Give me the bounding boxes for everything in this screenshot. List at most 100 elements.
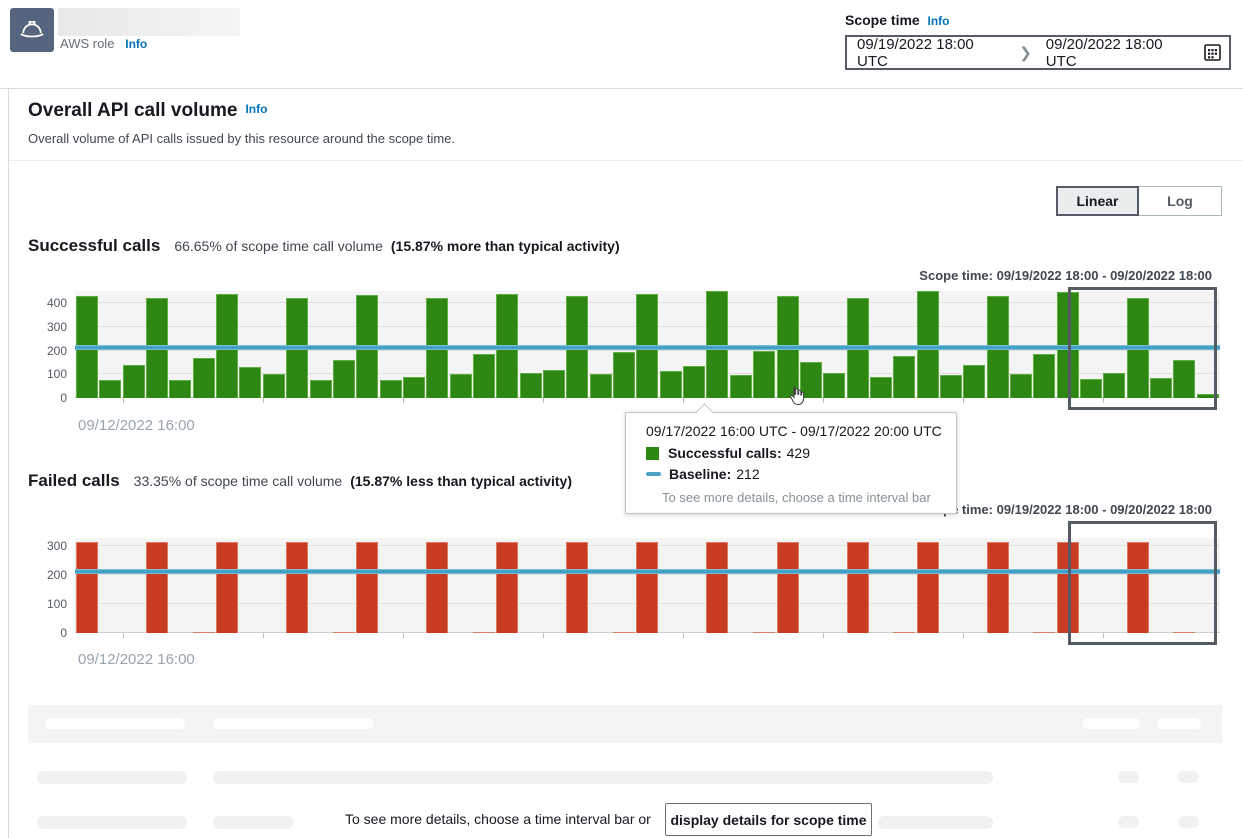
time-interval-bar[interactable] — [310, 380, 332, 398]
time-interval-bar[interactable] — [263, 374, 285, 398]
time-interval-bar[interactable] — [169, 380, 191, 398]
aws-role-label: AWS role Info — [60, 36, 147, 51]
display-details-button[interactable]: display details for scope time — [665, 803, 872, 836]
time-interval-bar[interactable] — [753, 351, 775, 399]
aws-role-info-link[interactable]: Info — [125, 37, 147, 51]
time-interval-bar[interactable] — [286, 542, 308, 633]
skeleton-pill — [1118, 771, 1139, 783]
y-tick-label: 0 — [37, 626, 67, 640]
time-interval-bar[interactable] — [870, 377, 892, 398]
y-tick-label: 200 — [37, 344, 67, 358]
time-interval-bar[interactable] — [76, 542, 98, 633]
time-interval-bar[interactable] — [847, 542, 869, 633]
x-axis-start-label: 09/12/2022 16:00 — [78, 417, 195, 434]
aws-role-icon — [10, 8, 54, 52]
time-interval-bar[interactable] — [216, 542, 238, 633]
time-interval-bar[interactable] — [893, 356, 915, 398]
time-interval-bar[interactable] — [660, 371, 682, 398]
skeleton-pill — [878, 816, 993, 829]
time-interval-bar[interactable] — [1033, 632, 1055, 633]
time-interval-bar[interactable] — [356, 542, 378, 633]
time-interval-bar[interactable] — [473, 354, 495, 398]
skeleton-pill — [213, 816, 293, 829]
time-interval-bar[interactable] — [963, 365, 985, 398]
page: AWS role Info Scope time Info 09/19/2022… — [0, 0, 1243, 838]
time-interval-bar[interactable] — [193, 358, 215, 398]
hard-hat-icon — [17, 15, 47, 45]
skeleton-table-header — [28, 705, 1222, 743]
mouse-cursor-icon — [786, 385, 806, 412]
y-tick-label: 400 — [37, 296, 67, 310]
x-tick — [403, 633, 404, 638]
time-interval-bar[interactable] — [777, 542, 799, 633]
baseline-swatch-icon — [646, 472, 661, 476]
time-interval-bar[interactable] — [496, 542, 518, 633]
time-interval-bar[interactable] — [193, 632, 215, 633]
time-interval-bar[interactable] — [426, 542, 448, 633]
time-interval-bar[interactable] — [543, 370, 565, 399]
time-interval-bar[interactable] — [333, 632, 355, 633]
x-tick — [683, 633, 684, 638]
time-interval-bar[interactable] — [99, 380, 121, 398]
skeleton-pill — [213, 771, 993, 784]
time-interval-bar[interactable] — [590, 374, 612, 398]
time-interval-bar[interactable] — [893, 632, 915, 633]
time-interval-bar[interactable] — [613, 352, 635, 398]
time-interval-bar[interactable] — [566, 542, 588, 633]
skeleton-pill — [1157, 718, 1201, 729]
tooltip-baseline-row: Baseline:212 — [646, 466, 956, 482]
time-interval-bar[interactable] — [520, 373, 542, 398]
time-interval-bar[interactable] — [146, 542, 168, 633]
time-interval-bar[interactable] — [239, 367, 261, 398]
skeleton-pill — [1178, 771, 1199, 783]
y-tick-label: 300 — [37, 539, 67, 553]
x-tick — [123, 398, 124, 403]
calendar-icon[interactable] — [1204, 44, 1221, 61]
y-tick-label: 300 — [37, 320, 67, 334]
scope-end-value[interactable]: 09/20/2022 18:00 UTC — [1036, 36, 1204, 70]
section-description: Overall volume of API calls issued by th… — [28, 131, 455, 146]
tooltip-series-row: Successful calls:429 — [646, 445, 956, 461]
x-axis-start-label: 09/12/2022 16:00 — [78, 651, 195, 668]
time-interval-bar[interactable] — [730, 375, 752, 398]
time-interval-bar[interactable] — [636, 542, 658, 633]
time-interval-bar[interactable] — [753, 632, 775, 633]
linear-toggle-button[interactable]: Linear — [1056, 186, 1139, 216]
log-toggle-button[interactable]: Log — [1139, 186, 1222, 216]
scope-start-value[interactable]: 09/19/2022 18:00 UTC — [847, 36, 1015, 70]
scope-time-label: Scope time Info — [845, 12, 949, 28]
chart-scope-time-label: Scope time: 09/19/2022 18:00 - 09/20/202… — [919, 268, 1212, 283]
details-hint-text: To see more details, choose a time inter… — [345, 811, 651, 827]
x-tick — [403, 398, 404, 403]
skeleton-pill — [1178, 816, 1199, 828]
time-interval-bar[interactable] — [333, 360, 355, 398]
section-info-link[interactable]: Info — [245, 102, 267, 116]
scope-time-picker[interactable]: 09/19/2022 18:00 UTC ❯ 09/20/2022 18:00 … — [845, 35, 1231, 70]
x-tick — [263, 633, 264, 638]
time-interval-bar[interactable] — [1033, 354, 1055, 398]
x-tick — [543, 398, 544, 403]
x-tick — [963, 633, 964, 638]
time-interval-bar[interactable] — [613, 632, 635, 633]
x-tick — [823, 398, 824, 403]
baseline-line — [75, 345, 1220, 350]
skeleton-pill — [213, 718, 373, 729]
successful-calls-heading: Successful calls66.65% of scope time cal… — [28, 236, 620, 256]
chart-tooltip: 09/17/2022 16:00 UTC - 09/17/2022 20:00 … — [625, 412, 957, 514]
x-tick — [543, 633, 544, 638]
skeleton-pill — [1083, 718, 1140, 729]
time-interval-bar[interactable] — [403, 377, 425, 398]
time-interval-bar[interactable] — [380, 380, 402, 398]
scope-time-info-link[interactable]: Info — [927, 14, 949, 28]
time-interval-bar[interactable] — [823, 373, 845, 398]
scale-toggle: Linear Log — [1056, 186, 1222, 216]
time-interval-bar[interactable] — [473, 632, 495, 633]
time-interval-bar[interactable] — [450, 374, 472, 398]
time-interval-bar[interactable] — [917, 542, 939, 633]
time-interval-bar[interactable] — [1010, 374, 1032, 398]
time-interval-bar[interactable] — [683, 366, 705, 398]
time-interval-bar[interactable] — [987, 542, 1009, 633]
time-interval-bar[interactable] — [123, 365, 145, 398]
time-interval-bar[interactable] — [940, 375, 962, 398]
time-interval-bar[interactable] — [706, 542, 728, 633]
